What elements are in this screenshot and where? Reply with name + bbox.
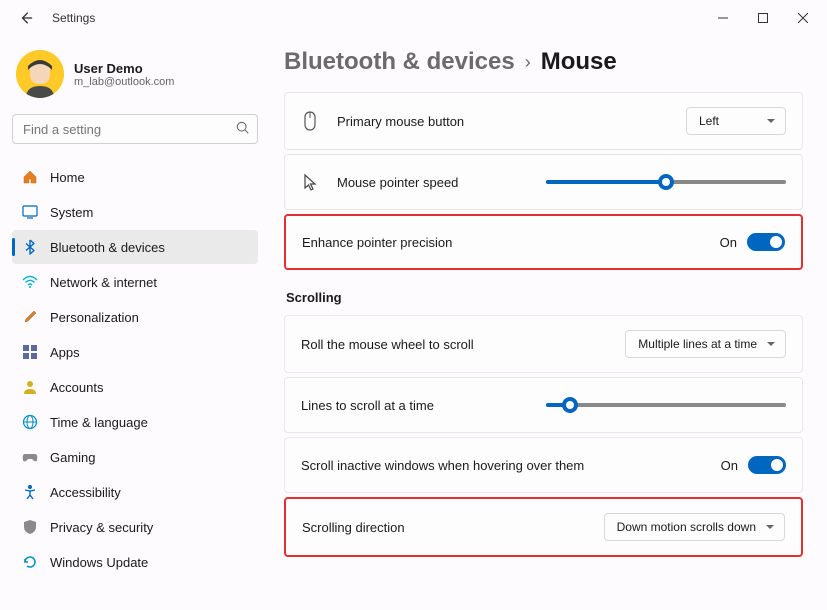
setting-primary-mouse-button: Primary mouse button Left [284, 92, 803, 150]
main-content: Bluetooth & devices › Mouse Primary mous… [270, 36, 827, 610]
toggle-state-label: On [720, 235, 737, 250]
maximize-icon [758, 13, 768, 23]
person-icon [22, 379, 38, 395]
minimize-icon [718, 13, 728, 23]
globe-icon [22, 414, 38, 430]
search-wrap [12, 114, 258, 144]
search-icon [236, 121, 250, 138]
lines-scroll-slider[interactable] [546, 395, 786, 415]
setting-label: Enhance pointer precision [302, 235, 720, 250]
profile-name: User Demo [74, 61, 174, 76]
setting-label: Primary mouse button [337, 114, 686, 129]
nav-label: Time & language [50, 415, 148, 430]
nav-item-time-language[interactable]: Time & language [12, 405, 258, 439]
breadcrumb: Bluetooth & devices › Mouse [284, 48, 803, 76]
nav-label: Accounts [50, 380, 103, 395]
back-button[interactable] [12, 4, 40, 32]
inactive-windows-toggle[interactable] [748, 456, 786, 474]
brush-icon [22, 309, 38, 325]
toggle-state-label: On [721, 458, 738, 473]
nav-item-apps[interactable]: Apps [12, 335, 258, 369]
minimize-button[interactable] [703, 2, 743, 34]
nav-item-windows-update[interactable]: Windows Update [12, 545, 258, 579]
setting-wheel-scroll: Roll the mouse wheel to scroll Multiple … [284, 315, 803, 373]
nav-item-accessibility[interactable]: Accessibility [12, 475, 258, 509]
system-icon [22, 204, 38, 220]
nav-item-home[interactable]: Home [12, 160, 258, 194]
sidebar: User Demo m_lab@outlook.com Home System … [0, 36, 270, 610]
bluetooth-icon [22, 239, 38, 255]
avatar [16, 50, 64, 98]
nav-label: System [50, 205, 93, 220]
setting-label: Scrolling direction [302, 520, 604, 535]
profile-block[interactable]: User Demo m_lab@outlook.com [12, 44, 258, 112]
nav-item-system[interactable]: System [12, 195, 258, 229]
nav-label: Personalization [50, 310, 139, 325]
setting-lines-scroll: Lines to scroll at a time [284, 377, 803, 433]
nav-label: Network & internet [50, 275, 157, 290]
home-icon [22, 169, 38, 185]
nav-label: Accessibility [50, 485, 121, 500]
nav: Home System Bluetooth & devices Network … [12, 160, 258, 579]
page-title: Mouse [541, 48, 617, 76]
setting-label: Roll the mouse wheel to scroll [301, 337, 625, 352]
nav-label: Privacy & security [50, 520, 153, 535]
apps-icon [22, 344, 38, 360]
setting-inactive-windows: Scroll inactive windows when hovering ov… [284, 437, 803, 493]
search-input[interactable] [12, 114, 258, 144]
setting-label: Mouse pointer speed [337, 175, 546, 190]
cursor-icon [301, 173, 319, 191]
profile-email: m_lab@outlook.com [74, 76, 174, 88]
nav-label: Apps [50, 345, 80, 360]
titlebar: Settings [0, 0, 827, 36]
mouse-icon [301, 112, 319, 130]
nav-item-personalization[interactable]: Personalization [12, 300, 258, 334]
nav-label: Bluetooth & devices [50, 240, 165, 255]
window-title: Settings [52, 11, 95, 25]
section-heading-scrolling: Scrolling [286, 290, 803, 305]
breadcrumb-parent[interactable]: Bluetooth & devices [284, 48, 515, 76]
nav-label: Gaming [50, 450, 96, 465]
setting-enhance-precision: Enhance pointer precision On [284, 214, 803, 270]
nav-item-network[interactable]: Network & internet [12, 265, 258, 299]
close-button[interactable] [783, 2, 823, 34]
nav-item-accounts[interactable]: Accounts [12, 370, 258, 404]
nav-item-privacy[interactable]: Privacy & security [12, 510, 258, 544]
back-arrow-icon [19, 11, 33, 25]
setting-label: Lines to scroll at a time [301, 398, 546, 413]
setting-label: Scroll inactive windows when hovering ov… [301, 458, 721, 473]
maximize-button[interactable] [743, 2, 783, 34]
nav-label: Windows Update [50, 555, 148, 570]
gamepad-icon [22, 449, 38, 465]
close-icon [798, 13, 808, 23]
update-icon [22, 554, 38, 570]
nav-label: Home [50, 170, 85, 185]
scroll-direction-select[interactable]: Down motion scrolls down [604, 513, 785, 541]
primary-button-select[interactable]: Left [686, 107, 786, 135]
setting-scroll-direction: Scrolling direction Down motion scrolls … [284, 497, 803, 557]
wheel-scroll-select[interactable]: Multiple lines at a time [625, 330, 786, 358]
shield-icon [22, 519, 38, 535]
wifi-icon [22, 274, 38, 290]
nav-item-bluetooth-devices[interactable]: Bluetooth & devices [12, 230, 258, 264]
enhance-precision-toggle[interactable] [747, 233, 785, 251]
setting-pointer-speed: Mouse pointer speed [284, 154, 803, 210]
accessibility-icon [22, 484, 38, 500]
pointer-speed-slider[interactable] [546, 172, 786, 192]
chevron-right-icon: › [525, 52, 531, 73]
nav-item-gaming[interactable]: Gaming [12, 440, 258, 474]
